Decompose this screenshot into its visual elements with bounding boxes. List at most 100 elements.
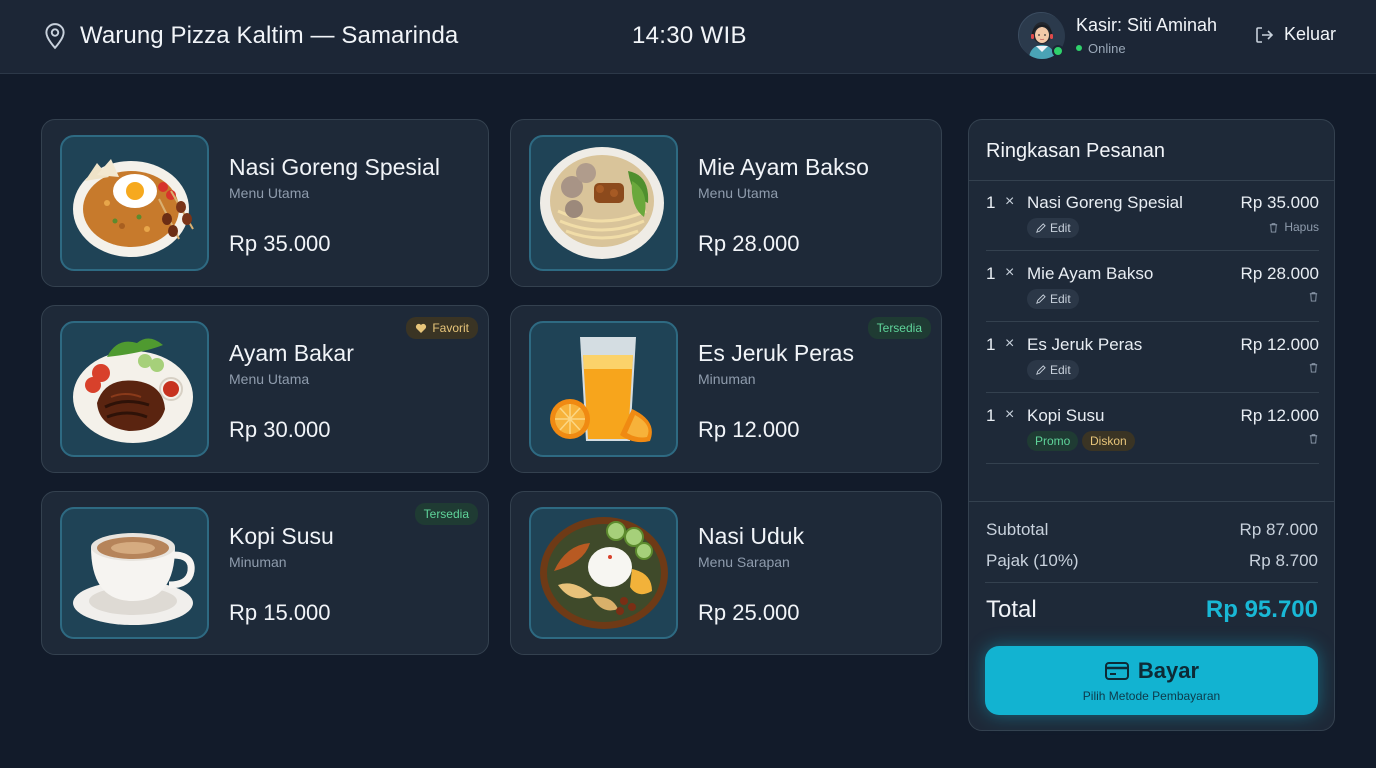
availability-badge: Tersedia bbox=[867, 317, 931, 339]
menu-card-nasi-uduk[interactable]: Nasi Uduk Menu Sarapan Rp 25.000 bbox=[510, 491, 942, 655]
menu-item-price: Rp 12.000 bbox=[698, 417, 800, 442]
edit-label: Edit bbox=[1050, 363, 1071, 377]
location-pin-icon bbox=[45, 23, 65, 50]
menu-item-name: Nasi Uduk bbox=[698, 523, 805, 549]
menu-thumb bbox=[529, 321, 678, 457]
menu-thumb bbox=[529, 135, 678, 271]
times-symbol: × bbox=[1005, 406, 1015, 423]
menu-card-nasi-goreng[interactable]: Nasi Goreng Spesial Menu Utama Rp 35.000 bbox=[41, 119, 489, 287]
menu-item-price: Rp 28.000 bbox=[698, 231, 800, 256]
times-symbol: × bbox=[1005, 335, 1015, 352]
total-label: Total bbox=[986, 596, 1037, 623]
menu-item-category: Menu Utama bbox=[698, 185, 779, 201]
order-item-price: Rp 28.000 bbox=[1240, 264, 1319, 283]
delete-item-button[interactable] bbox=[1308, 362, 1319, 373]
pencil-icon bbox=[1036, 222, 1046, 233]
order-item-name: Kopi Susu bbox=[1027, 406, 1105, 425]
delete-item-button[interactable] bbox=[1308, 291, 1319, 302]
menu-thumb bbox=[60, 321, 209, 457]
order-item-row: 1 × Mie Ayam Bakso Rp 28.000 Edit bbox=[986, 251, 1319, 322]
order-item-qty: 1 bbox=[986, 193, 996, 212]
availability-badge: Tersedia bbox=[414, 503, 478, 525]
menu-item-category: Minuman bbox=[698, 371, 756, 387]
credit-card-icon bbox=[1104, 662, 1129, 680]
trash-icon bbox=[1309, 292, 1318, 302]
menu-card-es-jeruk-peras[interactable]: Tersedia Es Jeruk Peras Minuman Rp 12.00… bbox=[510, 305, 942, 473]
promo-tag: Promo bbox=[1027, 431, 1079, 451]
menu-item-category: Minuman bbox=[229, 554, 287, 570]
pay-button[interactable]: Bayar Pilih Metode Pembayaran bbox=[985, 646, 1318, 715]
menu-item-price: Rp 25.000 bbox=[698, 600, 800, 625]
pay-label: Bayar bbox=[1137, 658, 1200, 683]
online-indicator bbox=[1052, 45, 1064, 57]
times-symbol: × bbox=[1005, 193, 1015, 210]
cashier-profile: Kasir: Siti Aminah Online bbox=[1018, 12, 1218, 59]
store-name: Warung Pizza Kaltim — Samarinda bbox=[80, 22, 459, 49]
times-symbol: × bbox=[1005, 264, 1015, 281]
menu-card-kopi-susu[interactable]: Tersedia Kopi Susu Minuman Rp 15.000 bbox=[41, 491, 489, 655]
delete-label: Hapus bbox=[1284, 220, 1319, 234]
badge-label: Tersedia bbox=[876, 321, 922, 335]
nasi-uduk-icon bbox=[539, 517, 668, 629]
menu-item-price: Rp 35.000 bbox=[229, 231, 331, 256]
edit-label: Edit bbox=[1050, 292, 1071, 306]
edit-label: Edit bbox=[1050, 221, 1071, 235]
subtotal-label: Subtotal bbox=[986, 520, 1049, 539]
menu-thumb bbox=[60, 135, 209, 271]
menu-item-category: Menu Utama bbox=[229, 371, 310, 387]
delete-item-button[interactable] bbox=[1308, 433, 1319, 444]
order-item-name: Mie Ayam Bakso bbox=[1027, 264, 1154, 283]
status-text: Online bbox=[1088, 40, 1126, 56]
edit-item-button[interactable]: Edit bbox=[1027, 218, 1079, 238]
order-item-row: 1 × Es Jeruk Peras Rp 12.000 Edit bbox=[986, 322, 1319, 393]
noodle-bowl-icon bbox=[539, 147, 664, 259]
order-item-qty: 1 bbox=[986, 335, 996, 354]
edit-item-button[interactable]: Edit bbox=[1027, 289, 1079, 309]
menu-item-name: Mie Ayam Bakso bbox=[698, 154, 869, 180]
edit-item-button[interactable]: Edit bbox=[1027, 360, 1079, 380]
menu-thumb bbox=[60, 507, 209, 639]
menu-card-mie-ayam-bakso[interactable]: Mie Ayam Bakso Menu Utama Rp 28.000 bbox=[510, 119, 942, 287]
avatar bbox=[1018, 12, 1065, 59]
logout-icon bbox=[1256, 26, 1274, 43]
discount-tag: Diskon bbox=[1082, 431, 1135, 451]
fried-rice-icon bbox=[72, 159, 194, 257]
menu-item-name: Es Jeruk Peras bbox=[698, 340, 854, 366]
cashier-name: Kasir: Siti Aminah bbox=[1076, 14, 1218, 35]
menu-card-ayam-bakar[interactable]: Favorit Ayam Bakar Menu Utama Rp 30.000 bbox=[41, 305, 489, 473]
menu-item-price: Rp 30.000 bbox=[229, 417, 331, 442]
status-dot-icon bbox=[1076, 45, 1082, 51]
badge-label: Tersedia bbox=[423, 507, 469, 521]
menu-item-name: Nasi Goreng Spesial bbox=[229, 154, 440, 180]
order-item-row: 1 × Nasi Goreng Spesial Rp 35.000 Edit H… bbox=[986, 180, 1319, 251]
store-location: Warung Pizza Kaltim — Samarinda bbox=[42, 22, 458, 50]
order-item-price: Rp 35.000 bbox=[1240, 193, 1319, 212]
trash-icon bbox=[1309, 363, 1318, 373]
menu-item-category: Menu Sarapan bbox=[698, 554, 790, 570]
total-value: Rp 95.700 bbox=[1205, 596, 1318, 623]
logout-label: Keluar bbox=[1284, 24, 1337, 44]
favorite-badge: Favorit bbox=[406, 317, 478, 339]
pencil-icon bbox=[1036, 364, 1046, 375]
order-item-price: Rp 12.000 bbox=[1240, 335, 1319, 354]
menu-item-price: Rp 15.000 bbox=[229, 600, 331, 625]
coffee-cup-icon bbox=[72, 533, 195, 625]
pencil-icon bbox=[1036, 293, 1046, 304]
orange-juice-icon bbox=[549, 337, 652, 443]
cashier-status: Online bbox=[1076, 41, 1217, 56]
tax-label: Pajak (10%) bbox=[986, 551, 1079, 570]
pay-main: Bayar bbox=[985, 658, 1318, 684]
current-time: 14:30 WIB bbox=[632, 22, 747, 49]
menu-item-name: Kopi Susu bbox=[229, 523, 334, 549]
delete-item-button[interactable]: Hapus bbox=[1268, 220, 1319, 234]
menu-item-name: Ayam Bakar bbox=[229, 340, 354, 366]
trash-icon bbox=[1270, 222, 1278, 233]
heart-icon bbox=[416, 323, 427, 333]
logout-button[interactable]: Keluar bbox=[1254, 24, 1336, 45]
menu-thumb bbox=[529, 507, 678, 639]
order-item-qty: 1 bbox=[986, 406, 996, 425]
pay-sublabel: Pilih Metode Pembayaran bbox=[1082, 689, 1221, 703]
order-summary-title: Ringkasan Pesanan bbox=[986, 140, 1166, 162]
order-item-name: Es Jeruk Peras bbox=[1027, 335, 1143, 354]
order-item-qty: 1 bbox=[986, 264, 996, 283]
